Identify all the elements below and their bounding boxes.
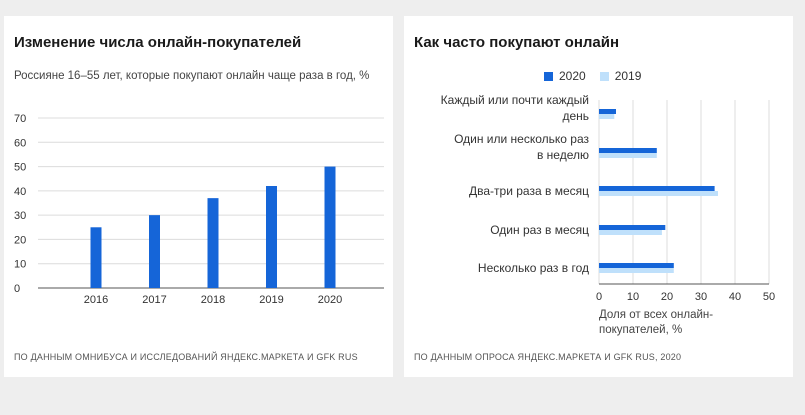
x-tick-label: 20: [661, 291, 673, 303]
bar-2018: [207, 198, 219, 288]
bar-2020-1: [599, 148, 657, 153]
y-tick-label: 20: [14, 234, 26, 246]
y-tick-label: 0: [14, 283, 20, 295]
chart-source: ПО ДАННЫМ ОПРОСА ЯНДЕКС.МАРКЕТА И GFK RU…: [414, 352, 682, 362]
y-category-label: день: [562, 109, 589, 123]
bar-2019: [266, 186, 277, 288]
y-category-label: в неделю: [537, 148, 589, 162]
y-tick-label: 40: [14, 186, 26, 198]
horizontal-bar-chart: 0 10 20 30 40 50 Каждый или почти каждый день Од…: [441, 93, 775, 336]
bar-2020-2: [599, 186, 715, 191]
x-tick-label: 2016: [84, 294, 108, 306]
bar-2019-4: [599, 268, 674, 273]
y-tick-label: 30: [14, 210, 26, 222]
x-axis-label: покупателей, %: [599, 324, 682, 336]
bar-chart: 0 10 20 30 40 50 60 70 2016 2017 2018 2019 2020: [14, 113, 384, 306]
chart-source: ПО ДАННЫМ ОМНИБУСА И ИССЛЕДОВАНИЙ ЯНДЕКС…: [14, 352, 358, 362]
y-tick-label: 50: [14, 162, 26, 174]
x-axis-label: Доля от всех онлайн-: [599, 309, 713, 321]
x-tick-label: 2020: [318, 294, 342, 306]
x-tick-label: 30: [695, 291, 707, 303]
y-tick-label: 70: [14, 113, 26, 125]
bar-2016: [90, 227, 102, 288]
bar-2020-4: [599, 263, 674, 268]
x-tick-label: 2019: [259, 294, 283, 306]
x-tick-label: 40: [729, 291, 741, 303]
bar-2019-3: [599, 230, 662, 235]
y-tick-label: 60: [14, 137, 26, 149]
x-tick-label: 2018: [201, 294, 225, 306]
chart-card-purchase-frequency: Как часто покупают онлайн 2020 2019 0 10 2…: [404, 16, 793, 377]
bar-2019-2: [599, 191, 718, 196]
bar-2020: [324, 166, 336, 288]
x-tick-label: 10: [627, 291, 639, 303]
y-category-label: Несколько раз в год: [478, 261, 589, 275]
y-tick-label: 10: [14, 259, 26, 271]
y-category-label: Один или несколько раз: [454, 132, 589, 146]
bar-2019-0: [599, 114, 615, 119]
y-category-label: Один раз в месяц: [490, 223, 589, 237]
x-tick-label: 50: [763, 291, 775, 303]
y-category-label: Каждый или почти каждый: [441, 93, 589, 107]
x-tick-label: 2017: [142, 294, 166, 306]
bar-2020-3: [599, 225, 666, 230]
bar-2020-0: [599, 109, 616, 114]
chart-card-online-buyers: Изменение числа онлайн-покупателей Росси…: [4, 16, 393, 377]
x-tick-label: 0: [596, 291, 602, 303]
bar-2019-1: [599, 153, 657, 158]
y-category-label: Два-три раза в месяц: [469, 184, 589, 198]
bar-2017: [149, 215, 160, 288]
